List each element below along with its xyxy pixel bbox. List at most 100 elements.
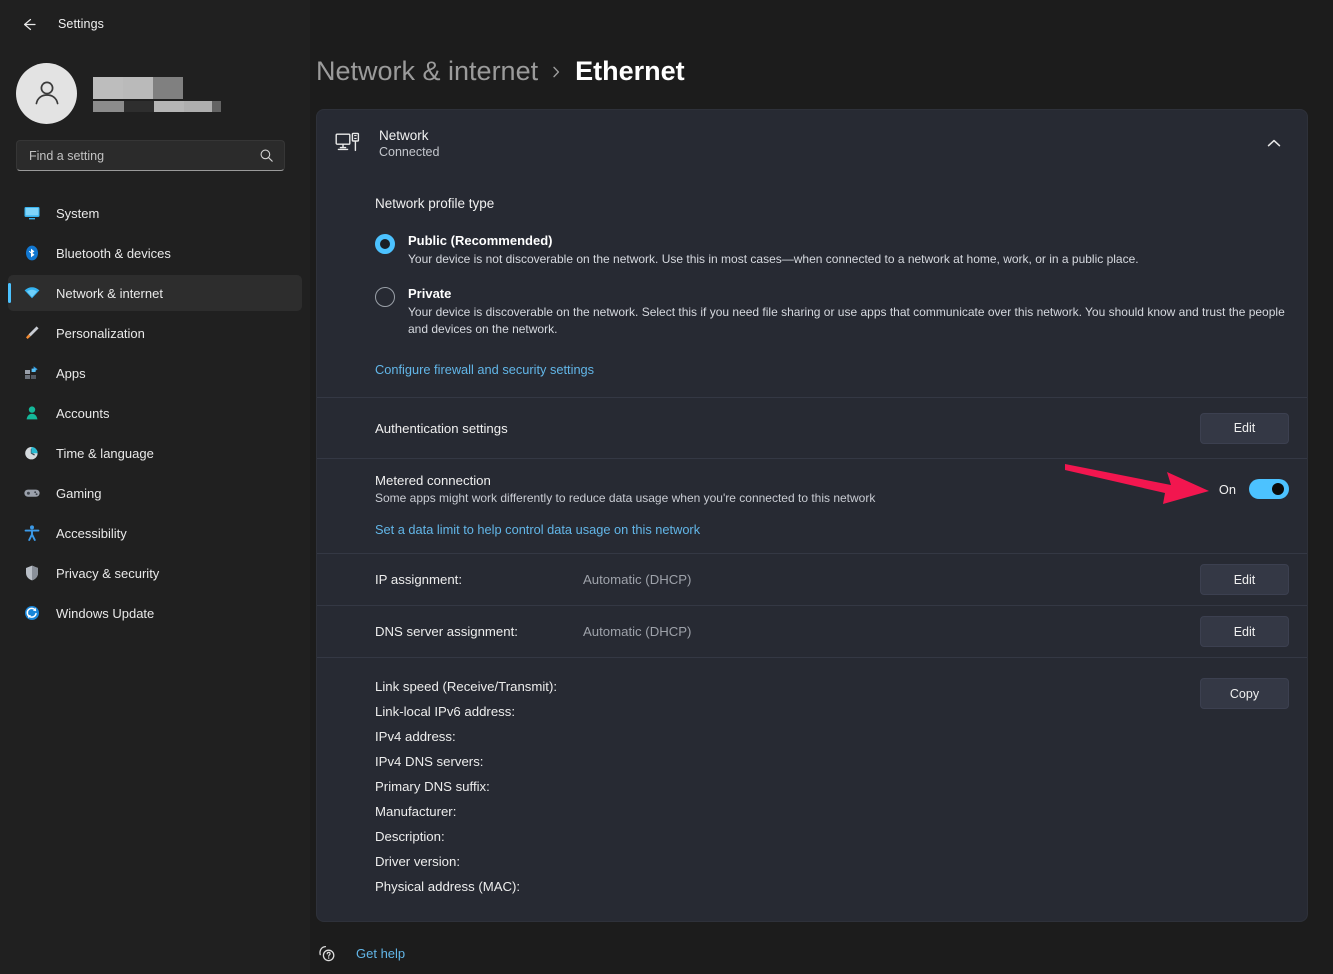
network-status: Connected [379, 144, 440, 159]
dns-assignment-row: DNS server assignment: Automatic (DHCP) … [317, 606, 1307, 657]
sidebar-item-accounts[interactable]: Accounts [8, 395, 302, 431]
sidebar-item-system[interactable]: System [8, 195, 302, 231]
sidebar-item-gaming[interactable]: Gaming [8, 475, 302, 511]
search-icon[interactable] [259, 148, 274, 163]
brush-icon [22, 323, 42, 343]
sidebar-item-personalization[interactable]: Personalization [8, 315, 302, 351]
redaction-blocks-line2 [93, 100, 221, 112]
configure-firewall-link[interactable]: Configure firewall and security settings [375, 362, 594, 377]
network-card-header-text: Network Connected [379, 128, 1243, 159]
metered-connection-description: Some apps might work differently to redu… [375, 491, 876, 506]
sidebar-item-label: Apps [56, 365, 86, 381]
authentication-settings-text: Authentication settings [375, 421, 1200, 436]
sidebar-item-label: Gaming [56, 485, 102, 501]
help-question-glyph [319, 945, 335, 962]
authentication-settings-label: Authentication settings [375, 420, 508, 436]
brush-glyph [26, 326, 39, 339]
property-line: Primary DNS suffix: [375, 774, 1200, 799]
network-title: Network [379, 127, 429, 143]
sidebar-item-apps[interactable]: Apps [8, 355, 302, 391]
settings-window: Settings Find a setting System Bluetooth… [0, 0, 1333, 974]
titlebar: Settings [0, 0, 310, 48]
property-key: Physical address (MAC): [375, 879, 521, 895]
property-key: Description: [375, 829, 445, 845]
get-help[interactable]: Get help [316, 932, 405, 974]
dns-assignment-edit-button[interactable]: Edit [1200, 616, 1289, 648]
radio-private-description: Your device is discoverable on the netwo… [408, 305, 1285, 337]
account-block[interactable] [0, 48, 310, 124]
network-card-header[interactable]: Network Connected [317, 110, 1307, 176]
copy-properties-button[interactable]: Copy [1200, 678, 1289, 710]
sidebar-item-privacy-security[interactable]: Privacy & security [8, 555, 302, 591]
sidebar-item-windows-update[interactable]: Windows Update [8, 595, 302, 631]
dns-assignment-value: Automatic (DHCP) [583, 624, 692, 640]
sidebar-item-network-internet[interactable]: Network & internet [8, 275, 302, 311]
search-input[interactable] [29, 148, 259, 163]
clock-icon [22, 443, 42, 463]
search-container [0, 124, 310, 171]
property-key: IPv4 DNS servers: [375, 754, 484, 770]
metered-toggle-state-label: On [1218, 481, 1236, 497]
sidebar-item-label: Windows Update [56, 605, 155, 621]
radio-public-label: Public (Recommended) [408, 233, 553, 248]
accessibility-icon [22, 523, 42, 543]
authentication-edit-button[interactable]: Edit [1200, 412, 1289, 444]
radio-option-public[interactable]: Public (Recommended) Your device is not … [375, 233, 1289, 268]
window-title: Settings [58, 17, 104, 31]
sidebar-item-label: Bluetooth & devices [56, 245, 171, 261]
network-profile-title: Network profile type [375, 196, 495, 211]
sidebar: Settings Find a setting System Bluetooth… [0, 0, 310, 974]
ip-assignment-value: Automatic (DHCP) [583, 572, 692, 588]
ip-assignment-edit-button[interactable]: Edit [1200, 564, 1289, 596]
sidebar-item-label: Accessibility [56, 525, 127, 541]
breadcrumb-root-link[interactable]: Network & internet [316, 56, 538, 87]
back-button[interactable] [12, 8, 44, 40]
sidebar-item-label: Network & internet [56, 285, 163, 301]
back-arrow-icon [23, 18, 36, 30]
shield-icon [22, 563, 42, 583]
update-glyph [25, 606, 39, 620]
property-key: Manufacturer: [375, 804, 457, 820]
metered-connection-label: Metered connection [375, 473, 491, 489]
radio-option-private[interactable]: Private Your device is discoverable on t… [375, 286, 1289, 338]
main-content: Network & internet Ethernet Network Conn… [310, 0, 1333, 974]
radio-public-indicator[interactable] [375, 234, 395, 254]
monitor-glyph [24, 207, 40, 220]
wifi-glyph [24, 287, 40, 299]
property-line: Link-local IPv6 address: [375, 699, 1200, 724]
property-line: Manufacturer: [375, 799, 1200, 824]
sidebar-item-accessibility[interactable]: Accessibility [8, 515, 302, 551]
ethernet-pc-icon [333, 128, 363, 158]
properties-actions: Copy [1200, 674, 1289, 899]
search-box[interactable] [16, 140, 285, 171]
apps-glyph [25, 366, 38, 379]
gamepad-glyph [24, 489, 40, 497]
avatar [16, 62, 77, 124]
sidebar-item-time-language[interactable]: Time & language [8, 435, 302, 471]
update-icon [22, 603, 42, 623]
ip-assignment-row: IP assignment: Automatic (DHCP) Edit [317, 554, 1307, 605]
radio-private-texts: Private Your device is discoverable on t… [408, 286, 1289, 338]
property-line: Description: [375, 824, 1200, 849]
dns-assignment-label: DNS server assignment: [375, 624, 518, 640]
chevron-right-glyph [553, 66, 560, 77]
ethernet-pc-glyph [335, 132, 360, 152]
chevron-up-icon [1267, 139, 1281, 146]
magnifier-icon [260, 149, 273, 162]
property-key: Link-local IPv6 address: [375, 704, 516, 720]
clock-glyph [25, 447, 38, 460]
ip-assignment-label: IP assignment: [375, 572, 462, 588]
metered-connection-toggle[interactable] [1249, 479, 1289, 500]
collapse-toggle-button[interactable] [1259, 128, 1289, 158]
property-line: Physical address (MAC): [375, 874, 1200, 899]
network-properties-section: Link speed (Receive/Transmit): Link-loca… [317, 658, 1307, 921]
network-properties-list: Link speed (Receive/Transmit): Link-loca… [375, 674, 1200, 899]
authentication-settings-row: Authentication settings Edit [317, 398, 1307, 458]
property-line: IPv4 DNS servers: [375, 749, 1200, 774]
sidebar-item-bluetooth-devices[interactable]: Bluetooth & devices [8, 235, 302, 271]
sidebar-item-label: Privacy & security [56, 565, 160, 581]
set-data-limit-link[interactable]: Set a data limit to help control data us… [375, 522, 1289, 537]
property-line: Driver version: [375, 849, 1200, 874]
radio-private-indicator[interactable] [375, 287, 395, 308]
radio-public-description: Your device is not discoverable on the n… [408, 252, 1139, 266]
